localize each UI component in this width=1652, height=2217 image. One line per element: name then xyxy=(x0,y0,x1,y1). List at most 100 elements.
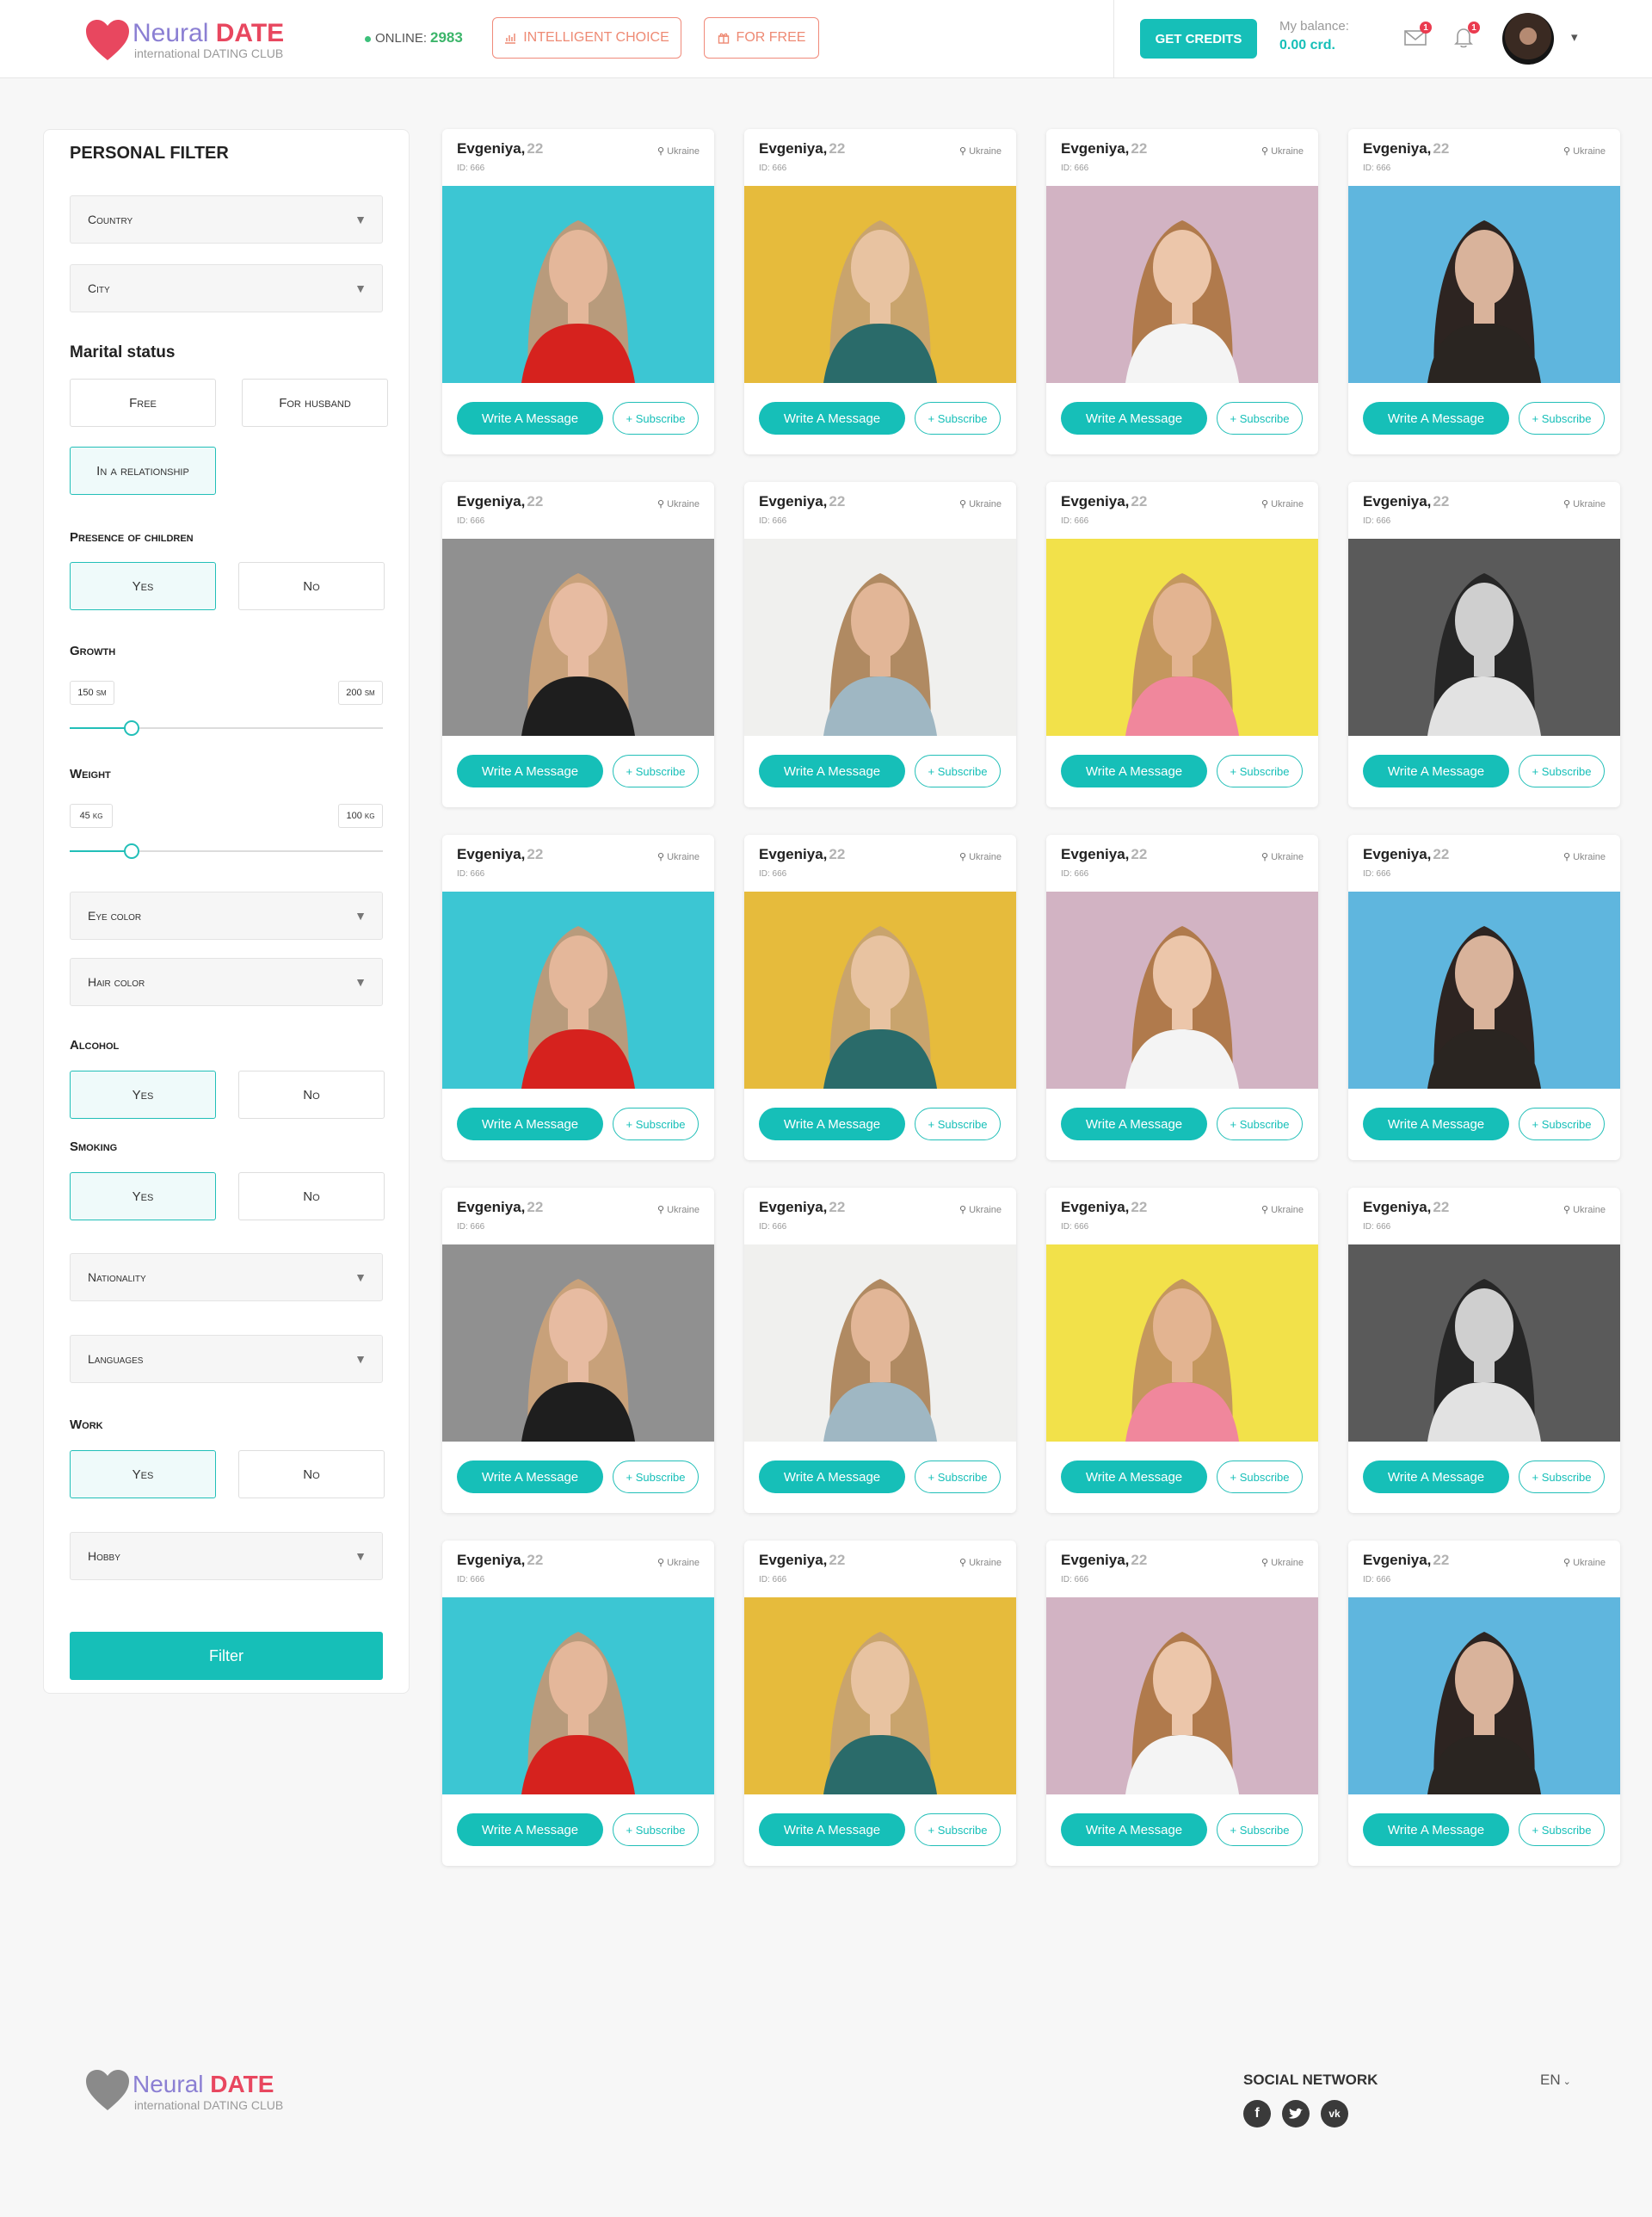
profile-photo[interactable] xyxy=(442,186,714,383)
profile-card[interactable]: Evgeniya, 22 ID: 666 ⚲ Ukraine Write A Messa… xyxy=(744,482,1016,807)
smoking-yes-option[interactable]: Yes xyxy=(70,1172,216,1220)
subscribe-button[interactable]: + Subscribe xyxy=(1519,1813,1605,1846)
write-message-button[interactable]: Write A Message xyxy=(1061,1813,1207,1846)
profile-name[interactable]: Evgeniya, 22 xyxy=(1363,140,1449,157)
vk-icon[interactable]: vk xyxy=(1321,2100,1348,2127)
write-message-button[interactable]: Write A Message xyxy=(759,1813,905,1846)
subscribe-button[interactable]: + Subscribe xyxy=(1217,402,1303,435)
subscribe-button[interactable]: + Subscribe xyxy=(1217,1108,1303,1140)
profile-photo[interactable] xyxy=(1348,892,1620,1089)
write-message-button[interactable]: Write A Message xyxy=(1363,402,1509,435)
children-no-option[interactable]: No xyxy=(238,562,385,610)
profile-name[interactable]: Evgeniya, 22 xyxy=(1363,1552,1449,1569)
profile-name[interactable]: Evgeniya, 22 xyxy=(759,1552,845,1569)
profile-photo[interactable] xyxy=(744,1597,1016,1794)
profile-card[interactable]: Evgeniya, 22 ID: 666 ⚲ Ukraine Write A Messa… xyxy=(1348,129,1620,454)
growth-min-field[interactable]: 150 sm xyxy=(70,681,114,705)
profile-photo[interactable] xyxy=(1348,539,1620,736)
subscribe-button[interactable]: + Subscribe xyxy=(613,1108,699,1140)
profile-name[interactable]: Evgeniya, 22 xyxy=(1061,846,1147,863)
subscribe-button[interactable]: + Subscribe xyxy=(613,755,699,787)
write-message-button[interactable]: Write A Message xyxy=(1363,1813,1509,1846)
profile-card[interactable]: Evgeniya, 22 ID: 666 ⚲ Ukraine Write A Messa… xyxy=(1348,835,1620,1160)
weight-slider[interactable] xyxy=(70,843,383,859)
get-credits-button[interactable]: GET CREDITS xyxy=(1140,19,1257,59)
profile-card[interactable]: Evgeniya, 22 ID: 666 ⚲ Ukraine Write A Messa… xyxy=(442,1188,714,1513)
profile-photo[interactable] xyxy=(442,1244,714,1442)
subscribe-button[interactable]: + Subscribe xyxy=(1519,402,1605,435)
profile-card[interactable]: Evgeniya, 22 ID: 666 ⚲ Ukraine Write A Messa… xyxy=(744,835,1016,1160)
subscribe-button[interactable]: + Subscribe xyxy=(613,1461,699,1493)
profile-name[interactable]: Evgeniya, 22 xyxy=(759,140,845,157)
subscribe-button[interactable]: + Subscribe xyxy=(1519,1108,1605,1140)
profile-card[interactable]: Evgeniya, 22 ID: 666 ⚲ Ukraine Write A Messa… xyxy=(1046,1541,1318,1866)
weight-slider-handle[interactable] xyxy=(124,843,139,859)
profile-card[interactable]: Evgeniya, 22 ID: 666 ⚲ Ukraine Write A Messa… xyxy=(1046,482,1318,807)
subscribe-button[interactable]: + Subscribe xyxy=(1217,1461,1303,1493)
weight-max-field[interactable]: 100 kg xyxy=(338,804,383,828)
profile-card[interactable]: Evgeniya, 22 ID: 666 ⚲ Ukraine Write A Messa… xyxy=(744,1188,1016,1513)
write-message-button[interactable]: Write A Message xyxy=(1061,1461,1207,1493)
write-message-button[interactable]: Write A Message xyxy=(457,1813,603,1846)
subscribe-button[interactable]: + Subscribe xyxy=(915,402,1001,435)
profile-name[interactable]: Evgeniya, 22 xyxy=(759,1199,845,1216)
write-message-button[interactable]: Write A Message xyxy=(759,1461,905,1493)
nationality-select[interactable]: Nationality ▼ xyxy=(70,1253,383,1301)
site-logo[interactable]: Neural DATE international DATING CLUB xyxy=(84,17,291,64)
subscribe-button[interactable]: + Subscribe xyxy=(613,1813,699,1846)
alcohol-no-option[interactable]: No xyxy=(238,1071,385,1119)
profile-photo[interactable] xyxy=(442,1597,714,1794)
write-message-button[interactable]: Write A Message xyxy=(759,755,905,787)
write-message-button[interactable]: Write A Message xyxy=(1363,755,1509,787)
profile-name[interactable]: Evgeniya, 22 xyxy=(1061,1199,1147,1216)
profile-name[interactable]: Evgeniya, 22 xyxy=(457,493,543,510)
subscribe-button[interactable]: + Subscribe xyxy=(915,1108,1001,1140)
write-message-button[interactable]: Write A Message xyxy=(1061,402,1207,435)
subscribe-button[interactable]: + Subscribe xyxy=(1519,1461,1605,1493)
profile-name[interactable]: Evgeniya, 22 xyxy=(457,140,543,157)
subscribe-button[interactable]: + Subscribe xyxy=(915,755,1001,787)
smoking-no-option[interactable]: No xyxy=(238,1172,385,1220)
profile-photo[interactable] xyxy=(1348,1597,1620,1794)
profile-name[interactable]: Evgeniya, 22 xyxy=(1061,140,1147,157)
marital-option-in-relationship[interactable]: In a relationship xyxy=(70,447,216,495)
subscribe-button[interactable]: + Subscribe xyxy=(1217,1813,1303,1846)
profile-name[interactable]: Evgeniya, 22 xyxy=(457,1552,543,1569)
profile-photo[interactable] xyxy=(1046,1244,1318,1442)
subscribe-button[interactable]: + Subscribe xyxy=(1519,755,1605,787)
profile-photo[interactable] xyxy=(744,539,1016,736)
languages-select[interactable]: Languages ▼ xyxy=(70,1335,383,1383)
profile-card[interactable]: Evgeniya, 22 ID: 666 ⚲ Ukraine Write A Messa… xyxy=(442,129,714,454)
alcohol-yes-option[interactable]: Yes xyxy=(70,1071,216,1119)
eye-color-select[interactable]: Eye color ▼ xyxy=(70,892,383,940)
profile-name[interactable]: Evgeniya, 22 xyxy=(759,493,845,510)
growth-slider[interactable] xyxy=(70,720,383,736)
profile-photo[interactable] xyxy=(744,892,1016,1089)
profile-card[interactable]: Evgeniya, 22 ID: 666 ⚲ Ukraine Write A Messa… xyxy=(442,835,714,1160)
profile-card[interactable]: Evgeniya, 22 ID: 666 ⚲ Ukraine Write A Messa… xyxy=(442,1541,714,1866)
weight-min-field[interactable]: 45 kg xyxy=(70,804,113,828)
intelligent-choice-button[interactable]: INTELLIGENT CHOICE xyxy=(492,17,681,59)
write-message-button[interactable]: Write A Message xyxy=(1363,1108,1509,1140)
profile-name[interactable]: Evgeniya, 22 xyxy=(1363,493,1449,510)
profile-card[interactable]: Evgeniya, 22 ID: 666 ⚲ Ukraine Write A Messa… xyxy=(442,482,714,807)
growth-max-field[interactable]: 200 sm xyxy=(338,681,383,705)
profile-name[interactable]: Evgeniya, 22 xyxy=(1363,846,1449,863)
write-message-button[interactable]: Write A Message xyxy=(1061,755,1207,787)
profile-name[interactable]: Evgeniya, 22 xyxy=(1363,1199,1449,1216)
work-yes-option[interactable]: Yes xyxy=(70,1450,216,1498)
profile-card[interactable]: Evgeniya, 22 ID: 666 ⚲ Ukraine Write A Messa… xyxy=(1046,129,1318,454)
profile-name[interactable]: Evgeniya, 22 xyxy=(759,846,845,863)
profile-photo[interactable] xyxy=(1348,186,1620,383)
profile-card[interactable]: Evgeniya, 22 ID: 666 ⚲ Ukraine Write A Messa… xyxy=(1046,1188,1318,1513)
profile-photo[interactable] xyxy=(1046,539,1318,736)
profile-photo[interactable] xyxy=(1046,892,1318,1089)
hobby-select[interactable]: Hobby ▼ xyxy=(70,1532,383,1580)
for-free-button[interactable]: FOR FREE xyxy=(704,17,819,59)
write-message-button[interactable]: Write A Message xyxy=(457,755,603,787)
profile-photo[interactable] xyxy=(442,539,714,736)
subscribe-button[interactable]: + Subscribe xyxy=(613,402,699,435)
hair-color-select[interactable]: Hair color ▼ xyxy=(70,958,383,1006)
profile-photo[interactable] xyxy=(1046,1597,1318,1794)
profile-card[interactable]: Evgeniya, 22 ID: 666 ⚲ Ukraine Write A Messa… xyxy=(1046,835,1318,1160)
